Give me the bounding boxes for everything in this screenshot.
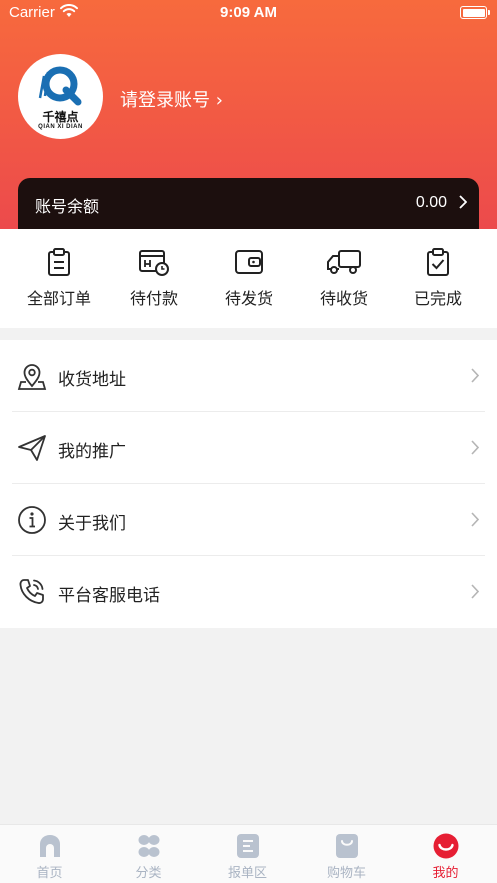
chevron-right-icon xyxy=(471,368,479,383)
order-pending-shipment-label: 待发货 xyxy=(224,289,273,308)
chevron-right-icon xyxy=(471,440,479,455)
balance-value: 0.00 xyxy=(415,194,447,211)
home-icon xyxy=(39,835,60,857)
info-icon xyxy=(18,506,46,534)
truck-icon xyxy=(327,250,361,274)
battery-icon xyxy=(460,6,490,19)
order-all-label: 全部订单 xyxy=(26,289,91,308)
phone-icon xyxy=(19,579,44,604)
tab-label-home: 首页 xyxy=(36,866,63,881)
logo-name: 千禧点 xyxy=(42,110,79,124)
order-pending-receipt-label: 待收货 xyxy=(319,289,368,308)
tab-label-profile: 我的 xyxy=(432,866,459,881)
tab-bar: 首页 分类 报单区 购物车 我的 xyxy=(0,824,497,883)
wallet-clock-icon xyxy=(139,250,169,276)
avatar[interactable]: 千禧点 QIAN XI DIAN xyxy=(18,54,103,139)
tab-order-zone[interactable]: 报单区 xyxy=(198,833,297,881)
menu-label-my-promotion: 我的推广 xyxy=(58,442,126,462)
order-pending-payment-label: 待付款 xyxy=(129,289,178,308)
clock: 9:09 AM xyxy=(220,4,277,21)
order-pending-shipment-button[interactable]: 待发货 xyxy=(202,247,296,309)
cart-icon xyxy=(335,834,358,858)
balance-label: 账号余额 xyxy=(35,197,100,216)
status-bar: Carrier 9:09 AM xyxy=(0,0,497,26)
menu-item-shipping-address[interactable]: 收货地址 xyxy=(12,340,485,412)
location-pin-icon xyxy=(17,364,47,390)
tab-cart[interactable]: 购物车 xyxy=(297,833,396,881)
wallet-icon xyxy=(235,250,263,274)
menu-item-my-promotion[interactable]: 我的推广 xyxy=(12,412,485,484)
chevron-right-icon xyxy=(459,195,467,209)
menu-item-customer-service-phone[interactable]: 平台客服电话 xyxy=(12,556,485,628)
tab-category[interactable]: 分类 xyxy=(99,833,198,881)
profile-header: Carrier 9:09 AM 千禧点 QIAN XI DIAN 请登录账号 ›… xyxy=(0,0,497,229)
chevron-right-icon xyxy=(471,512,479,527)
clipboard-check-icon xyxy=(427,248,449,276)
settings-menu: 收货地址 我的推广 关于我们 平台客服电话 xyxy=(0,340,497,628)
order-completed-label: 已完成 xyxy=(413,289,462,308)
category-icon xyxy=(138,835,159,857)
clipboard-list-icon xyxy=(48,248,70,276)
paper-plane-icon xyxy=(18,435,46,461)
tab-label-order-zone: 报单区 xyxy=(227,866,267,881)
tab-label-category: 分类 xyxy=(135,866,162,881)
list-icon xyxy=(236,834,259,858)
menu-label-customer-service-phone: 平台客服电话 xyxy=(58,586,160,606)
order-status-bar: 全部订单 待付款 待发货 待收货 已完成 xyxy=(0,229,497,328)
order-pending-receipt-button[interactable]: 待收货 xyxy=(297,247,391,309)
login-link[interactable]: 请登录账号 › xyxy=(120,86,223,112)
tab-label-cart: 购物车 xyxy=(326,866,366,881)
order-completed-button[interactable]: 已完成 xyxy=(391,247,485,309)
balance-card[interactable]: 账号余额 0.00 xyxy=(18,178,479,229)
menu-label-shipping-address: 收货地址 xyxy=(58,370,126,390)
tab-profile[interactable]: 我的 xyxy=(396,833,495,881)
profile-smile-icon xyxy=(433,833,458,859)
order-pending-payment-button[interactable]: 待付款 xyxy=(107,247,201,309)
tab-home[interactable]: 首页 xyxy=(0,833,99,881)
menu-item-about-us[interactable]: 关于我们 xyxy=(12,484,485,556)
logo-subtitle: QIAN XI DIAN xyxy=(38,124,83,130)
chevron-right-icon xyxy=(471,584,479,599)
order-all-button[interactable]: 全部订单 xyxy=(12,247,106,309)
menu-label-about-us: 关于我们 xyxy=(58,514,126,534)
